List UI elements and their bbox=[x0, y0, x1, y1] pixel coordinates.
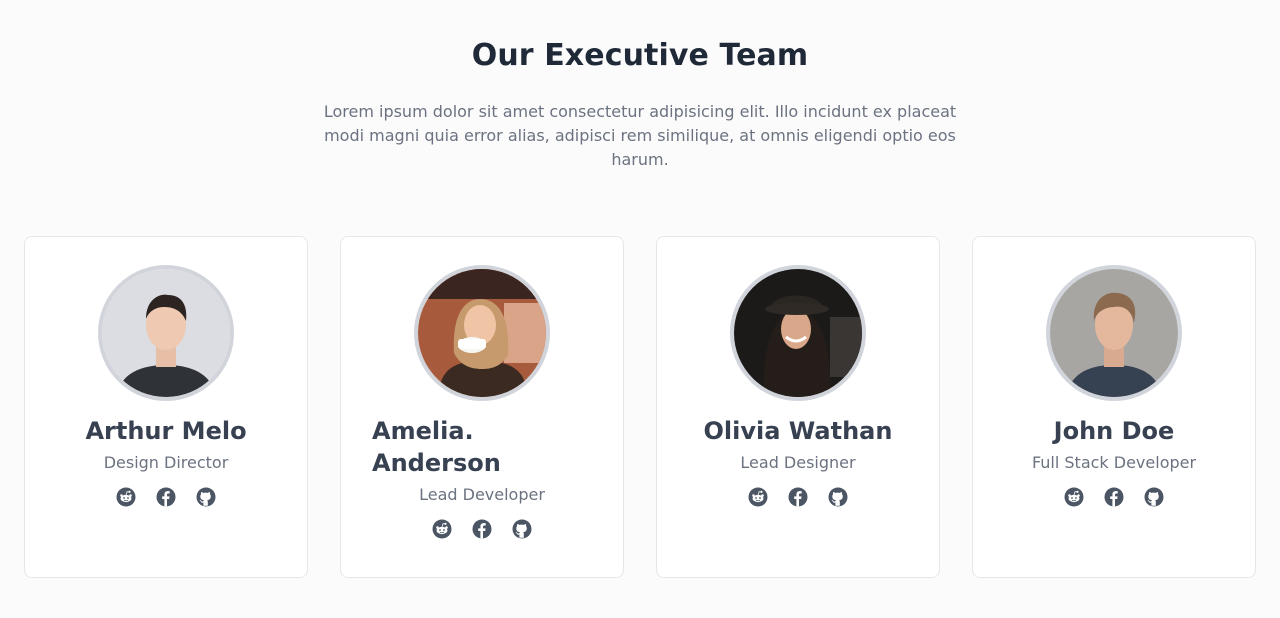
facebook-icon[interactable] bbox=[788, 487, 808, 507]
github-icon[interactable] bbox=[512, 519, 532, 539]
team-section: Our Executive Team Lorem ipsum dolor sit… bbox=[0, 0, 1280, 618]
social-links bbox=[748, 487, 848, 507]
github-icon[interactable] bbox=[1144, 487, 1164, 507]
reddit-icon[interactable] bbox=[1064, 487, 1084, 507]
member-name: Arthur Melo bbox=[85, 417, 247, 445]
facebook-icon[interactable] bbox=[472, 519, 492, 539]
avatar bbox=[1046, 265, 1182, 401]
team-card: Arthur Melo Design Director bbox=[24, 236, 308, 578]
member-name: John Doe bbox=[1053, 417, 1175, 445]
github-icon[interactable] bbox=[828, 487, 848, 507]
team-card: Amelia. Anderson Lead Developer bbox=[340, 236, 624, 578]
avatar bbox=[730, 265, 866, 401]
avatar bbox=[98, 265, 234, 401]
reddit-icon[interactable] bbox=[116, 487, 136, 507]
social-links bbox=[432, 519, 532, 539]
member-role: Full Stack Developer bbox=[1031, 453, 1197, 472]
team-card: Olivia Wathan Lead Designer bbox=[656, 236, 940, 578]
avatar bbox=[414, 265, 550, 401]
member-role: Lead Designer bbox=[740, 453, 856, 472]
social-links bbox=[1064, 487, 1164, 507]
member-name: Amelia. Anderson bbox=[372, 417, 501, 477]
member-name: Olivia Wathan bbox=[703, 417, 893, 445]
section-description: Lorem ipsum dolor sit amet consectetur a… bbox=[323, 102, 957, 169]
team-card: John Doe Full Stack Developer bbox=[972, 236, 1256, 578]
section-title: Our Executive Team bbox=[471, 38, 809, 73]
member-role: Design Director bbox=[103, 453, 229, 472]
facebook-icon[interactable] bbox=[156, 487, 176, 507]
team-grid: Arthur Melo Design Director Amelia. Ande… bbox=[24, 236, 1256, 578]
reddit-icon[interactable] bbox=[432, 519, 452, 539]
reddit-icon[interactable] bbox=[748, 487, 768, 507]
facebook-icon[interactable] bbox=[1104, 487, 1124, 507]
github-icon[interactable] bbox=[196, 487, 216, 507]
member-role: Lead Developer bbox=[419, 485, 545, 504]
social-links bbox=[116, 487, 216, 507]
